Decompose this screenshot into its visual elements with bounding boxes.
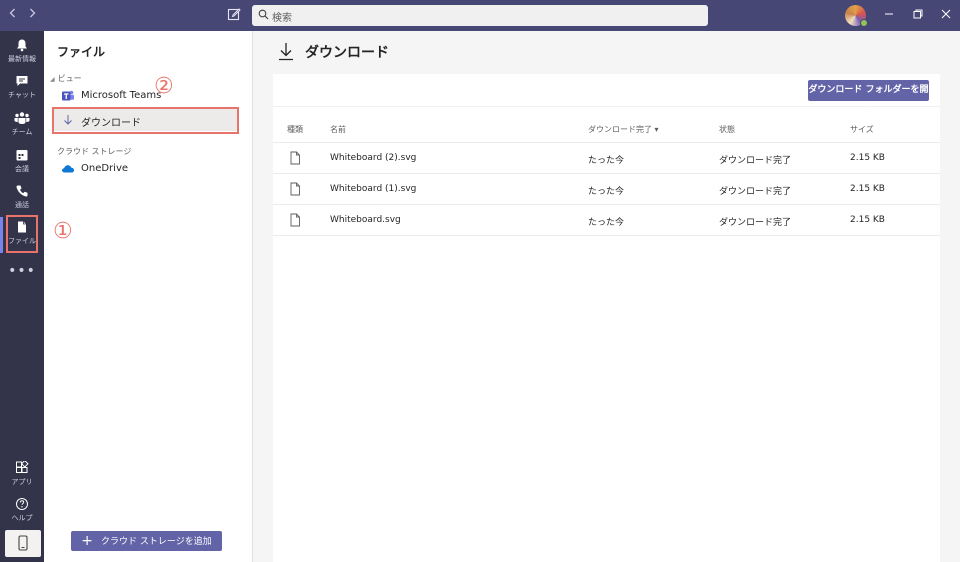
file-size: 2.15 KB [850,215,885,225]
presence-available-icon [860,19,868,27]
search-input[interactable]: 検索 [252,5,708,26]
page-title: ダウンロード [305,45,389,61]
completed-time: たった今 [588,218,625,228]
help-icon [16,498,28,510]
column-header-type[interactable]: 種類 [287,124,303,135]
column-header-name[interactable]: 名前 [330,124,346,135]
main-header: ダウンロード [253,31,960,73]
highlight-box-1 [6,215,38,253]
table-row[interactable]: Whiteboard.svg たった今 ダウンロード完了 2.15 KB [273,205,940,236]
panel-item-onedrive[interactable]: OneDrive [52,158,238,180]
panel-item-label: Microsoft Teams [81,90,162,101]
close-button[interactable] [939,7,953,21]
annotation-marker-1: ① [53,219,73,244]
rail-label-chat: チャット [8,91,36,99]
rail-item-activity[interactable]: 最新情報 [0,35,44,71]
rail-label-activity: 最新情報 [8,55,36,63]
table-row[interactable]: Whiteboard (1).svg たった今 ダウンロード完了 2.15 KB [273,174,940,205]
column-header-size[interactable]: サイズ [850,124,874,135]
search-icon [258,9,269,20]
panel-title: ファイル [57,45,106,59]
add-cloud-storage-button[interactable]: + クラウド ストレージを追加 [71,531,222,551]
completed-time: たった今 [588,187,625,197]
mobile-app-button[interactable] [5,530,41,557]
compose-icon [227,8,241,21]
table-row[interactable]: Whiteboard (2).svg たった今 ダウンロード完了 2.15 KB [273,143,940,174]
minimize-icon [885,13,893,15]
rail-item-meetings[interactable]: 会議 [0,145,44,181]
completed-time: たった今 [588,156,625,166]
download-status: ダウンロード完了 [719,218,792,228]
phone-icon [16,185,28,197]
chevron-left-icon [9,8,15,18]
files-panel: ファイル ◢ ビュー Microsoft Teams ダウンロード ② クラウド … [44,31,253,562]
annotation-marker-2: ② [154,74,174,99]
teams-icon [14,112,30,124]
apps-icon [16,461,29,473]
toolbar: ダウンロード フォルダーを開く [273,74,940,116]
rail-item-chat[interactable]: チャット [0,71,44,107]
column-header-completed[interactable]: ダウンロード完了 ▾ [588,124,659,135]
restore-button[interactable] [911,7,925,21]
file-name[interactable]: Whiteboard (2).svg [330,153,416,163]
file-name[interactable]: Whiteboard.svg [330,215,401,225]
file-icon [290,182,300,196]
minimize-button[interactable] [882,7,896,21]
rail-item-calls[interactable]: 通話 [0,181,44,217]
rail-label-help: ヘルプ [11,514,33,522]
file-size: 2.15 KB [850,153,885,163]
chat-icon [16,76,28,86]
file-size: 2.15 KB [850,184,885,194]
rail-label-teams: チーム [11,128,33,136]
download-status: ダウンロード完了 [719,156,792,166]
column-header-status[interactable]: 状態 [719,124,735,135]
app-rail: 最新情報 チャット チーム 会議 通話 ファイル ••• アプリ ヘルプ [0,31,44,562]
download-icon [279,43,293,61]
file-name[interactable]: Whiteboard (1).svg [330,184,416,194]
plus-icon: + [81,533,94,549]
onedrive-icon [62,165,74,173]
forward-button[interactable] [23,6,41,22]
rail-label-meetings: 会議 [15,165,29,173]
back-button[interactable] [4,6,22,22]
cloud-section-label: クラウド ストレージ [57,147,132,156]
teams-logo-icon [62,90,74,101]
rail-item-apps[interactable]: アプリ [0,458,44,494]
download-status: ダウンロード完了 [719,187,792,197]
highlight-box-2 [52,107,239,134]
panel-item-microsoft-teams[interactable]: Microsoft Teams [52,85,238,107]
panel-item-label: OneDrive [81,163,129,174]
calendar-icon [16,150,28,161]
mobile-icon [18,535,28,551]
file-icon [290,151,300,165]
chevron-right-icon [30,8,36,18]
rail-item-teams[interactable]: チーム [0,108,44,144]
search-placeholder: 検索 [272,13,292,24]
caret-icon: ◢ [50,76,55,83]
view-section-label: ◢ ビュー [50,74,82,83]
close-icon [941,9,951,19]
file-icon [290,213,300,227]
rail-label-apps: アプリ [11,478,33,486]
bell-icon [17,39,27,52]
restore-icon [913,9,923,19]
open-download-folder-button[interactable]: ダウンロード フォルダーを開く [808,80,929,116]
downloads-card: ダウンロード フォルダーを開く 種類 名前 ダウンロード完了 ▾ 状態 サイズ … [273,74,940,562]
rail-item-help[interactable]: ヘルプ [0,494,44,530]
rail-label-calls: 通話 [15,201,29,209]
compose-button[interactable] [227,7,241,21]
title-bar: 検索 [0,0,960,31]
more-apps-button[interactable]: ••• [0,263,44,279]
